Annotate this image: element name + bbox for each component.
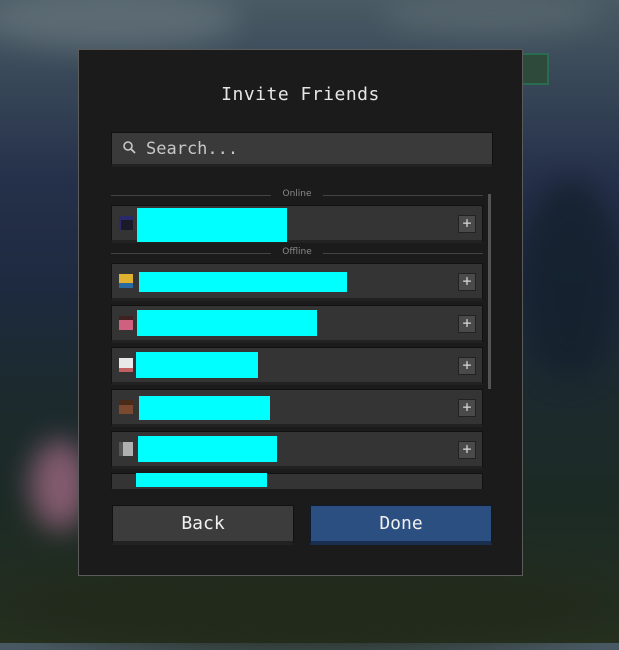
search-icon bbox=[122, 139, 142, 159]
redacted-name bbox=[136, 352, 258, 378]
plus-icon[interactable]: + bbox=[458, 441, 476, 459]
redacted-name bbox=[139, 396, 270, 420]
done-button[interactable]: Done bbox=[310, 505, 492, 545]
invite-friends-dialog: Invite Friends Search... Online + Offlin… bbox=[78, 49, 523, 576]
redacted-name bbox=[138, 436, 277, 462]
plus-icon[interactable]: + bbox=[458, 399, 476, 417]
search-placeholder: Search... bbox=[146, 138, 239, 159]
redacted-name bbox=[139, 272, 347, 292]
dialog-title: Invite Friends bbox=[221, 84, 380, 105]
plus-icon[interactable]: + bbox=[458, 357, 476, 375]
search-input[interactable]: Search... bbox=[111, 132, 493, 167]
redacted-name bbox=[137, 208, 287, 242]
hud-thumbnail bbox=[521, 53, 549, 85]
list-item[interactable] bbox=[111, 473, 483, 489]
back-button[interactable]: Back bbox=[112, 505, 294, 545]
plus-icon[interactable]: + bbox=[458, 215, 476, 233]
section-online: Online bbox=[111, 189, 483, 203]
plus-icon[interactable]: + bbox=[458, 315, 476, 333]
list-item[interactable]: + bbox=[111, 389, 483, 427]
section-offline: Offline bbox=[111, 247, 483, 261]
redacted-name bbox=[136, 473, 267, 487]
player-head-icon bbox=[119, 442, 133, 456]
player-head-icon bbox=[119, 400, 133, 414]
redacted-name bbox=[137, 310, 317, 336]
list-item[interactable]: + bbox=[111, 431, 483, 469]
list-item[interactable]: + bbox=[111, 305, 483, 343]
player-head-icon bbox=[119, 274, 133, 288]
list-scrollbar[interactable] bbox=[488, 194, 491, 389]
list-item[interactable]: + bbox=[111, 205, 483, 243]
plus-icon[interactable]: + bbox=[458, 273, 476, 291]
player-head-icon bbox=[119, 216, 133, 230]
player-head-icon bbox=[119, 358, 133, 372]
player-head-icon bbox=[119, 316, 133, 330]
list-item[interactable]: + bbox=[111, 347, 483, 385]
list-item[interactable]: + bbox=[111, 263, 483, 301]
friends-list[interactable]: Online + Offline + + + + + bbox=[111, 189, 483, 489]
